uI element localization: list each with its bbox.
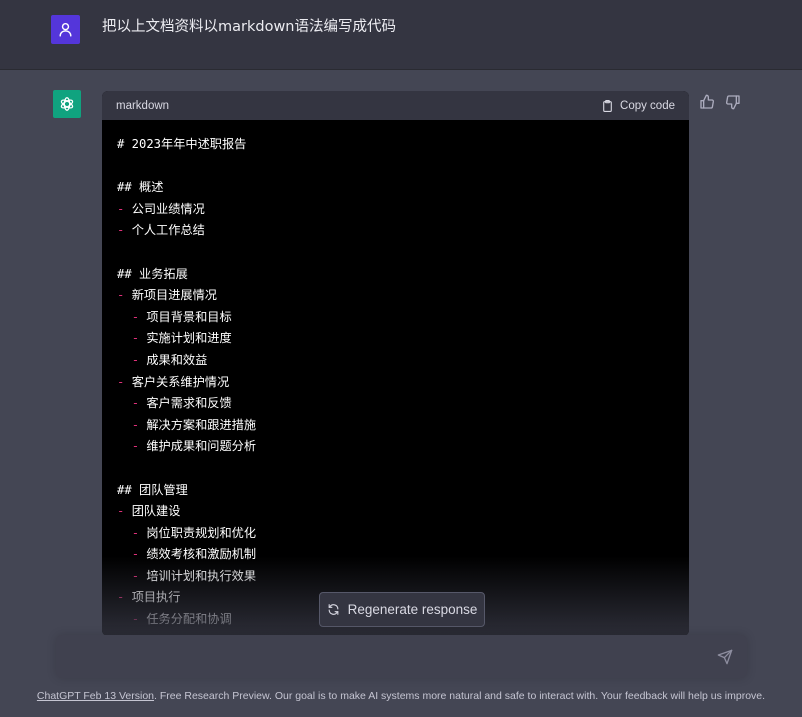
list-dash: - — [131, 331, 140, 346]
send-button[interactable] — [717, 649, 733, 665]
code-line-text: ## 业务拓展 — [117, 266, 188, 281]
user-icon — [59, 22, 72, 37]
code-header: markdown Copy code — [102, 91, 689, 120]
code-line-text: ## 团队管理 — [117, 482, 188, 497]
footer-text: . Free Research Preview. Our goal is to … — [154, 690, 766, 702]
code-line-text: 成果和效益 — [146, 352, 208, 367]
code-line-text: 个人工作总结 — [131, 223, 205, 238]
code-line-text: 绩效考核和激励机制 — [146, 547, 257, 562]
code-line: - 项目背景和目标 — [117, 307, 675, 329]
list-dash: - — [117, 590, 125, 605]
copy-code-button[interactable]: Copy code — [601, 99, 675, 113]
list-dash: - — [117, 374, 125, 389]
code-line-text: 解决方案和跟进措施 — [146, 417, 257, 432]
thumbs-up-icon — [700, 94, 714, 109]
list-dash: - — [131, 612, 140, 627]
list-dash: - — [131, 309, 140, 324]
list-dash: - — [131, 568, 140, 583]
code-line: - 维护成果和问题分析 — [117, 436, 675, 458]
code-line: - 培训计划和执行效果 — [117, 566, 675, 588]
code-line: - 岗位职责规划和优化 — [117, 523, 675, 545]
code-line-text: ## 概述 — [117, 180, 164, 195]
code-line: - 实施计划和进度 — [117, 328, 675, 350]
list-dash: - — [131, 547, 140, 562]
user-avatar — [51, 15, 80, 44]
code-line-text: # 2023年年中述职报告 — [117, 137, 247, 151]
chat-input-box[interactable] — [56, 635, 747, 678]
code-line: - 解决方案和跟进措施 — [117, 415, 675, 437]
code-line: - 团队建设 — [117, 501, 675, 523]
code-line: ## 团队管理 — [117, 480, 675, 502]
code-line: - 成果和效益 — [117, 350, 675, 372]
code-line-text: 维护成果和问题分析 — [146, 439, 257, 454]
feedback-buttons — [699, 94, 741, 110]
thumbs-up-button[interactable] — [699, 94, 715, 110]
code-line-text: 团队建设 — [131, 504, 181, 519]
list-dash: - — [131, 525, 140, 540]
regenerate-response-button[interactable]: Regenerate response — [319, 592, 485, 627]
gpt-avatar — [53, 90, 81, 118]
code-line: ## 概述 — [117, 177, 675, 199]
code-line-text: 项目背景和目标 — [146, 309, 232, 324]
copy-code-label: Copy code — [620, 99, 675, 112]
list-dash: - — [117, 223, 125, 238]
list-dash: - — [117, 288, 125, 303]
code-line: - 公司业绩情况 — [117, 199, 675, 221]
code-line: # 2023年年中述职报告 — [117, 134, 675, 156]
list-dash: - — [131, 417, 140, 432]
code-line-text: 新项目进展情况 — [131, 288, 217, 303]
code-line-text: 实施计划和进度 — [146, 331, 232, 346]
code-line: - 绩效考核和激励机制 — [117, 544, 675, 566]
footer: ChatGPT Feb 13 Version. Free Research Pr… — [0, 689, 802, 703]
code-language-label: markdown — [116, 99, 170, 112]
code-line: ## 业务拓展 — [117, 264, 675, 286]
code-line-text: 任务分配和协调 — [146, 612, 232, 627]
user-message-text: 把以上文档资料以markdown语法编写成代码 — [102, 19, 396, 35]
code-line: - 客户需求和反馈 — [117, 393, 675, 415]
code-content: # 2023年年中述职报告 ## 概述 - 公司业绩情况 - 个人工作总结 ## 业务拓… — [102, 120, 689, 631]
user-message-row: 把以上文档资料以markdown语法编写成代码 — [0, 0, 802, 70]
thumbs-down-button[interactable] — [725, 94, 741, 110]
clipboard-icon — [603, 99, 612, 112]
code-line: - 个人工作总结 — [117, 220, 675, 242]
list-dash: - — [117, 504, 125, 519]
paper-plane-icon — [717, 649, 733, 665]
version-link[interactable]: ChatGPT Feb 13 Version — [37, 690, 154, 702]
list-dash: - — [117, 201, 125, 216]
refresh-icon — [328, 604, 338, 615]
regenerate-label: Regenerate response — [347, 602, 478, 617]
chat-input[interactable] — [70, 647, 707, 667]
code-line-text: 岗位职责规划和优化 — [146, 525, 257, 540]
code-line-text: 客户关系维护情况 — [131, 374, 230, 389]
code-line: - 客户关系维护情况 — [117, 372, 675, 394]
code-line-text: 项目执行 — [131, 590, 181, 605]
list-dash: - — [131, 396, 140, 411]
code-block: markdown Copy code # 2023年年中述职报告 ## 概述 - 公… — [102, 91, 689, 636]
list-dash: - — [131, 352, 140, 367]
openai-logo-icon — [60, 97, 74, 111]
thumbs-down-icon — [726, 95, 740, 110]
code-line: - 新项目进展情况 — [117, 285, 675, 307]
code-line-text: 客户需求和反馈 — [146, 396, 232, 411]
code-line-text: 培训计划和执行效果 — [146, 568, 257, 583]
list-dash: - — [131, 439, 140, 454]
code-line-text: 公司业绩情况 — [131, 201, 205, 216]
